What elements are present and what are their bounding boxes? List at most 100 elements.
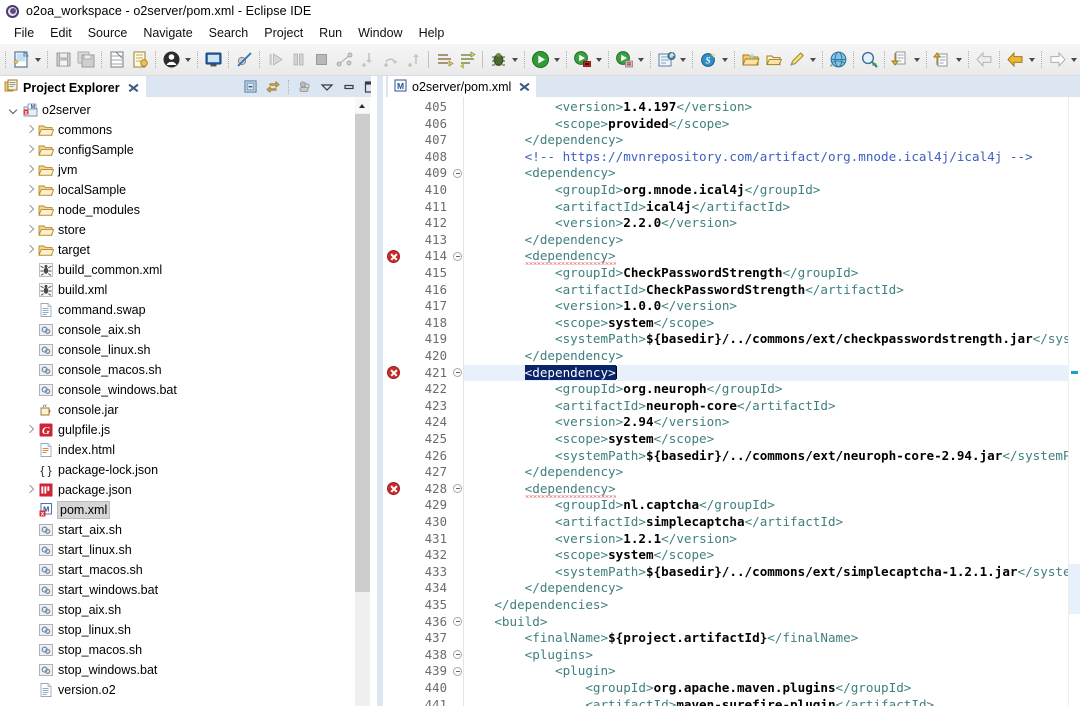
code-line[interactable]: <artifactId>maven-surefire-plugin</artif… <box>464 697 934 706</box>
push-up-icon[interactable] <box>932 49 953 70</box>
new-java-project-icon[interactable] <box>656 49 677 70</box>
menu-file[interactable]: File <box>6 24 42 42</box>
code-line[interactable]: <finalName>${project.artifactId}</finalN… <box>464 630 858 647</box>
pane-divider[interactable] <box>371 76 386 706</box>
menu-run[interactable]: Run <box>311 24 350 42</box>
previous-annotation-icon[interactable] <box>457 49 478 70</box>
fold-collapse-icon[interactable] <box>453 252 462 261</box>
chevron-down-icon[interactable] <box>183 49 194 70</box>
chevron-down-icon[interactable] <box>552 49 563 70</box>
menu-navigate[interactable]: Navigate <box>135 24 200 42</box>
debug-icon[interactable] <box>488 49 509 70</box>
tree-item-pom-xml[interactable]: Mxpom.xml <box>0 500 370 520</box>
search-icon[interactable] <box>859 49 880 70</box>
fold-collapse-icon[interactable] <box>453 368 462 377</box>
code-line[interactable]: <scope>system</scope> <box>464 431 714 448</box>
tree-item-package-lock-json[interactable]: { }package-lock.json <box>0 460 370 480</box>
code-line[interactable]: </dependency> <box>464 580 623 597</box>
suspend-icon[interactable] <box>288 49 309 70</box>
code-line[interactable]: <artifactId>neuroph-core</artifactId> <box>464 398 836 415</box>
code-line[interactable]: </dependency> <box>464 464 623 481</box>
folding-ruler[interactable] <box>451 97 464 706</box>
chevron-down-icon[interactable] <box>720 49 731 70</box>
resume-icon[interactable] <box>265 49 286 70</box>
skip-breakpoints-icon[interactable] <box>234 49 255 70</box>
tree-item-gulpfile-js[interactable]: Ggulpfile.js <box>0 420 370 440</box>
menu-window[interactable]: Window <box>350 24 410 42</box>
tree-item-store[interactable]: store <box>0 220 370 240</box>
open-task-icon[interactable] <box>763 49 784 70</box>
chevron-down-icon[interactable] <box>510 49 521 70</box>
tree-item-stop-aix-sh[interactable]: stop_aix.sh <box>0 600 370 620</box>
code-line[interactable]: <artifactId>ical4j</artifactId> <box>464 199 790 216</box>
overview-annotation-mark[interactable] <box>1071 371 1078 374</box>
error-marker-icon[interactable] <box>387 482 400 495</box>
code-line[interactable]: <version>2.2.0</version> <box>464 215 737 232</box>
disconnect-icon[interactable] <box>334 49 355 70</box>
fold-collapse-icon[interactable] <box>453 484 462 493</box>
code-line[interactable]: <systemPath>${basedir}/../commons/ext/si… <box>464 564 1068 581</box>
fold-collapse-icon[interactable] <box>453 667 462 676</box>
menu-help[interactable]: Help <box>411 24 453 42</box>
tree-item-console-windows-bat[interactable]: console_windows.bat <box>0 380 370 400</box>
step-into-icon[interactable] <box>357 49 378 70</box>
code-line[interactable]: <groupId>org.neuroph</groupId> <box>464 381 782 398</box>
tree-item-build-xml[interactable]: build.xml <box>0 280 370 300</box>
focus-on-active-task-icon[interactable] <box>296 78 314 96</box>
terminate-icon[interactable] <box>311 49 332 70</box>
tree-expand-icon[interactable] <box>22 142 38 158</box>
tree-item-stop-macos-sh[interactable]: stop_macos.sh <box>0 640 370 660</box>
tree-collapse-icon[interactable] <box>6 102 22 118</box>
new-spring-icon[interactable]: S <box>698 49 719 70</box>
next-annotation-icon[interactable] <box>434 49 455 70</box>
run-external-tools-icon[interactable] <box>572 49 593 70</box>
main-toolbar[interactable]: S <box>0 44 1080 76</box>
coverage-icon[interactable] <box>614 49 635 70</box>
tree-expand-icon[interactable] <box>22 422 38 438</box>
console-icon[interactable] <box>203 49 224 70</box>
tab-project-explorer[interactable]: Project Explorer <box>0 76 146 97</box>
code-line[interactable]: <scope>system</scope> <box>464 315 714 332</box>
tree-item-console-aix-sh[interactable]: console_aix.sh <box>0 320 370 340</box>
chevron-down-icon[interactable] <box>636 49 647 70</box>
tree-expand-icon[interactable] <box>22 242 38 258</box>
error-marker-icon[interactable] <box>387 250 400 263</box>
code-line[interactable]: <groupId>nl.captcha</groupId> <box>464 497 775 514</box>
marker-annotation-bar[interactable] <box>386 97 402 706</box>
back-icon[interactable] <box>974 49 995 70</box>
forward-icon[interactable] <box>1047 49 1068 70</box>
tree-expand-icon[interactable] <box>22 222 38 238</box>
code-line[interactable]: </dependencies> <box>464 597 608 614</box>
code-line[interactable]: <!-- https://mvnrepository.com/artifact/… <box>464 149 1033 166</box>
tree-item-index-html[interactable]: index.html <box>0 440 370 460</box>
open-type-icon[interactable] <box>740 49 761 70</box>
link-with-editor-icon[interactable] <box>264 78 282 96</box>
project-explorer-view-actions[interactable] <box>240 78 382 96</box>
run-icon[interactable] <box>530 49 551 70</box>
code-line[interactable]: <dependency> <box>464 481 616 498</box>
chevron-down-icon[interactable] <box>678 49 689 70</box>
chevron-down-icon[interactable] <box>954 49 965 70</box>
view-menu-icon[interactable] <box>318 78 336 96</box>
menu-project[interactable]: Project <box>256 24 311 42</box>
tree-item-stop-linux-sh[interactable]: stop_linux.sh <box>0 620 370 640</box>
web-browser-icon[interactable] <box>828 49 849 70</box>
tree-item-jvm[interactable]: jvm <box>0 160 370 180</box>
code-line[interactable]: <systemPath>${basedir}/../commons/ext/ne… <box>464 448 1068 465</box>
menu-bar[interactable]: File Edit Source Navigate Search Project… <box>0 22 1080 44</box>
tree-item-console-macos-sh[interactable]: console_macos.sh <box>0 360 370 380</box>
code-line[interactable]: </dependency> <box>464 132 623 149</box>
code-line[interactable]: </dependency> <box>464 348 623 365</box>
tree-item-package-json[interactable]: package.json <box>0 480 370 500</box>
tree-item-start-windows-bat[interactable]: start_windows.bat <box>0 580 370 600</box>
previous-edit-icon[interactable] <box>1005 49 1026 70</box>
tree-expand-icon[interactable] <box>22 122 38 138</box>
code-line[interactable]: <artifactId>CheckPasswordStrength</artif… <box>464 282 904 299</box>
fold-collapse-icon[interactable] <box>453 617 462 626</box>
code-line[interactable]: <groupId>org.apache.maven.plugins</group… <box>464 680 911 697</box>
export-icon[interactable] <box>130 49 151 70</box>
tree-item-command-swap[interactable]: command.swap <box>0 300 370 320</box>
tree-item-commons[interactable]: commons <box>0 120 370 140</box>
tree-item-version-o2[interactable]: version.o2 <box>0 680 370 700</box>
tree-item-console-linux-sh[interactable]: console_linux.sh <box>0 340 370 360</box>
